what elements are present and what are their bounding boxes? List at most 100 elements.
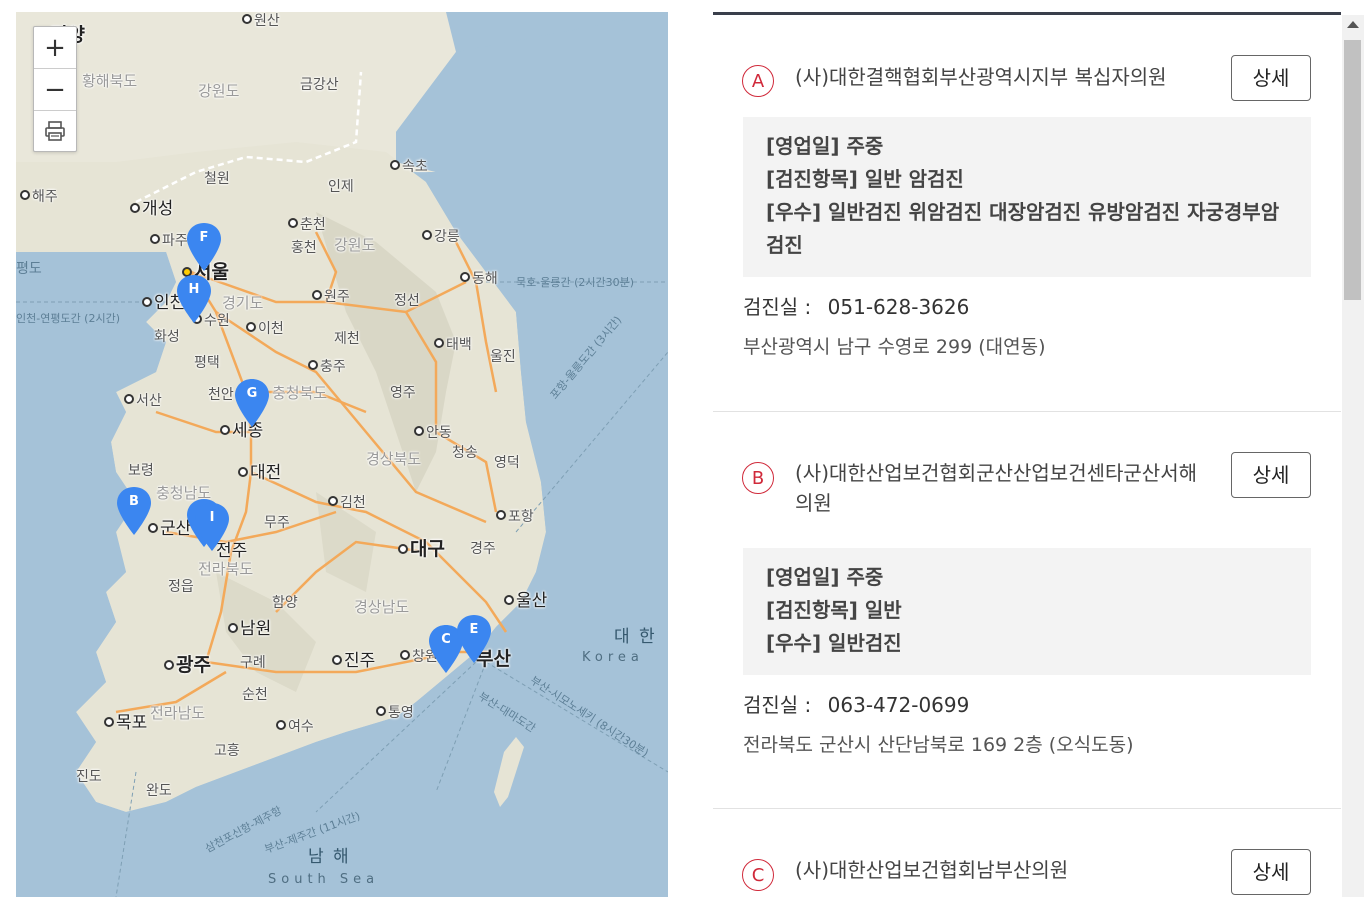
place-jinju: 진주 (332, 646, 375, 671)
marker-b[interactable]: B (116, 486, 152, 536)
marker-g[interactable]: G (234, 378, 270, 428)
clinic-name[interactable]: (사)대한결핵협회부산광역시지부 복십자의원 (795, 53, 1201, 92)
place-wonju: 원주 (312, 286, 350, 306)
address: 전라북도 군산시 산단남북로 169 2층 (오식도동) (743, 734, 1134, 756)
place-chungju: 충주 (308, 356, 346, 376)
item-header: C (사)대한산업보건협회남부산의원 상세 (713, 847, 1341, 897)
place-sokcho: 속초 (390, 156, 428, 176)
label: 충주 (320, 359, 346, 375)
place-gurye: 구례 (240, 655, 266, 671)
place-paju: 파주 (150, 230, 188, 250)
scroll-up-icon[interactable] (1347, 21, 1359, 28)
label: 광주 (176, 654, 211, 676)
detail-button[interactable]: 상세 (1231, 55, 1311, 101)
marker-badge: B (742, 462, 774, 494)
phone-label: 검진실 : (743, 693, 812, 717)
place-inje: 인제 (328, 179, 354, 195)
label: 대구 (410, 538, 445, 560)
info-excellent: [우수] 일반검진 위암검진 대장암검진 유방암검진 자궁경부암검진 (766, 200, 1280, 257)
marker-i[interactable]: I (194, 502, 230, 552)
marker-h[interactable]: H (176, 274, 212, 324)
place-boryeong: 보령 (128, 463, 154, 479)
marker-letter: F (199, 230, 209, 245)
clinic-list[interactable]: A (사)대한결핵협회부산광역시지부 복십자의원 상세 [영업일] 주중 [검진… (713, 12, 1341, 900)
place-gimcheon: 김천 (328, 492, 366, 512)
place-namwon: 남원 (228, 614, 271, 639)
label: 통영 (388, 705, 414, 721)
city-dot (398, 544, 408, 554)
region-gyeongbuk: 경상북도 (366, 450, 422, 468)
clinic-name[interactable]: (사)대한산업보건협회군산산업보건센타군산서해의원 (795, 450, 1201, 518)
label: 속초 (402, 159, 428, 175)
marker-letter: I (209, 510, 215, 525)
city-dot (328, 496, 338, 506)
phone-number[interactable]: 063-472-0699 (828, 693, 970, 717)
city-dot (400, 650, 410, 660)
map-view[interactable]: 평양 원산 황해북도 강원도 금강산 해주 개성 철원 인제 속초 춘천 홍천 … (16, 12, 668, 897)
place-hwaseong: 화성 (154, 329, 180, 345)
place-yeongju: 영주 (390, 385, 416, 401)
city-dot (242, 14, 252, 24)
city-dot (332, 655, 342, 665)
item-header: B (사)대한산업보건협회군산산업보건센타군산서해의원 상세 (713, 450, 1341, 518)
label: 동해 (472, 271, 498, 287)
place-andong: 안동 (414, 422, 452, 442)
printer-icon (45, 121, 65, 141)
marker-badge: A (742, 65, 774, 97)
marker-f[interactable]: F (186, 222, 222, 272)
label: 진주 (344, 651, 376, 671)
city-dot (504, 595, 514, 605)
phone-number[interactable]: 051-628-3626 (828, 295, 970, 319)
place-icheon: 이천 (246, 318, 284, 338)
detail-button[interactable]: 상세 (1231, 452, 1311, 498)
place-goheung: 고흥 (214, 743, 240, 759)
zoom-out-button[interactable]: − (34, 69, 76, 111)
place-daejeon: 대전 (238, 458, 281, 483)
region-jeonnam: 전라남도 (150, 704, 206, 722)
place-pyeongdo: 평도 (16, 261, 42, 277)
label: 해주 (32, 189, 58, 205)
item-header: A (사)대한결핵협회부산광역시지부 복십자의원 상세 (713, 53, 1341, 103)
place-jeongeup: 정읍 (168, 579, 194, 595)
marker-letter: E (469, 622, 479, 637)
place-pohang: 포항 (496, 506, 534, 526)
list-scrollbar[interactable] (1342, 15, 1364, 897)
place-pyeongtaek: 평택 (194, 355, 220, 371)
place-gyeongju: 경주 (470, 541, 496, 557)
sea-label-daehan: 대 한 (614, 627, 657, 647)
print-button[interactable] (34, 111, 76, 151)
label: 서산 (136, 393, 162, 409)
city-dot (390, 160, 400, 170)
clinic-name[interactable]: (사)대한산업보건협회남부산의원 (795, 847, 1201, 885)
info-check-items: [검진항목] 일반 암검진 (766, 167, 964, 191)
zoom-in-button[interactable]: + (34, 27, 76, 69)
label: 태백 (446, 337, 472, 353)
city-dot (496, 510, 506, 520)
label: 개성 (142, 199, 174, 219)
place-jeongseon: 정선 (394, 293, 420, 309)
city-dot (276, 720, 286, 730)
route-mukho: 묵호-울릉간 (2시간30분) (516, 276, 635, 289)
city-dot (422, 230, 432, 240)
detail-button[interactable]: 상세 (1231, 849, 1311, 895)
label: 여수 (288, 719, 314, 735)
city-dot (238, 467, 248, 477)
marker-letter: H (188, 282, 200, 297)
region-chungbuk: 충청북도 (272, 384, 328, 402)
info-box: [영업일] 주중 [검진항목] 일반 암검진 [우수] 일반검진 위암검진 대장… (743, 117, 1311, 277)
place-daegu: 대구 (398, 534, 445, 561)
map-zoom-controls: + − (33, 26, 77, 152)
address: 부산광역시 남구 수영로 299 (대연동) (743, 336, 1046, 358)
city-dot (228, 623, 238, 633)
scrollbar-thumb[interactable] (1344, 40, 1361, 300)
marker-letter: B (129, 494, 139, 509)
marker-badge: C (742, 859, 774, 891)
place-mokpo: 목포 (104, 708, 147, 733)
place-muju: 무주 (264, 515, 290, 531)
place-hongcheon: 홍천 (291, 240, 317, 256)
city-dot (434, 338, 444, 348)
place-jecheon: 제천 (334, 331, 360, 347)
route-incheon: 인천-연평도간 (2시간) (16, 312, 121, 325)
region-gangwon-south: 강원도 (334, 236, 376, 254)
marker-e[interactable]: E (456, 614, 492, 664)
